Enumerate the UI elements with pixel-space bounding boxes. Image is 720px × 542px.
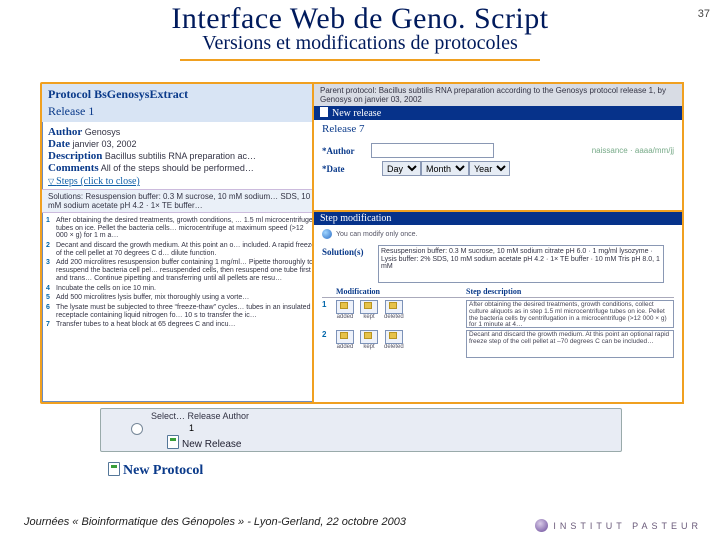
year-select[interactable]: Year [469, 161, 510, 176]
slide-subtitle: Versions et modifications de protocoles [0, 32, 720, 55]
release-number-cell: 1 [189, 423, 194, 433]
pasteur-logo: INSTITUT PASTEUR [535, 519, 702, 532]
author-value: Genosys [85, 127, 121, 137]
new-protocol-icon [108, 462, 120, 476]
step-modification-panel: Step modification You can modify only on… [312, 210, 684, 404]
author-input[interactable] [371, 143, 494, 158]
steps-list: 1After obtaining the desired treatments,… [42, 213, 320, 333]
parent-protocol-text: Parent protocol: Bacillus subtilis RNA p… [314, 84, 682, 106]
date-label: Date [48, 138, 70, 150]
new-release-icon [167, 435, 179, 449]
step-text: Transfer tubes to a heat block at 65 deg… [56, 321, 236, 329]
radio-select[interactable] [131, 423, 143, 435]
row-number: 2 [322, 330, 336, 339]
author-field-label: *Author [322, 146, 371, 156]
step-text: Incubate the cells on ice 10 min. [56, 285, 156, 293]
pasteur-logo-icon [535, 519, 548, 532]
step-text: Add 500 microlitres lysis buffer, mix th… [56, 294, 249, 302]
table-columns: Select… Release Author [151, 411, 249, 421]
added-icon[interactable]: added [336, 300, 354, 320]
month-select[interactable]: Month [421, 161, 469, 176]
solutions-textarea[interactable]: Resuspension buffer: 0.3 M sucrose, 10 m… [378, 245, 664, 283]
protocol-name: Protocol BsGenosysExtract [48, 87, 314, 102]
kept-icon[interactable]: kept [360, 330, 378, 350]
date-value: janvier 03, 2002 [73, 139, 137, 149]
col-step-description: Step description [466, 287, 521, 296]
new-protocol-link[interactable]: New Protocol [108, 462, 203, 479]
comments-value: All of the steps should be performed… [101, 163, 254, 173]
col-modification: Modification [336, 287, 466, 296]
new-release-panel: Parent protocol: Bacillus subtilis RNA p… [312, 82, 684, 212]
deleted-icon[interactable]: deleted [384, 330, 404, 350]
description-value: Bacillus subtilis RNA preparation ac… [105, 151, 256, 161]
step-text: Add 200 microlitres resuspension buffer … [56, 259, 316, 282]
title-underline [180, 59, 540, 61]
step-text: Decant and discard the growth medium. At… [56, 242, 316, 257]
row-number: 1 [322, 300, 336, 309]
added-icon[interactable]: added [336, 330, 354, 350]
steps-toggle-link[interactable]: Steps (click to close) [42, 176, 320, 187]
description-label: Description [48, 150, 102, 162]
protocol-detail-panel: Protocol BsGenosysExtract Release 1 Auth… [40, 82, 322, 404]
step-text: After obtaining the desired treatments, … [56, 217, 316, 240]
modification-table: ModificationStep description 1 added kep… [322, 287, 674, 358]
new-release-link[interactable]: New Release [167, 435, 241, 450]
new-release-strip: New release [314, 106, 682, 120]
day-select[interactable]: Day [382, 161, 421, 176]
protocol-table-row: Select… Release Author 1 New Release [100, 408, 622, 452]
step-description-cell[interactable]: After obtaining the desired treatments, … [466, 300, 674, 328]
author-label: Author [48, 126, 82, 138]
step-text: The lysate must be subjected to three “f… [56, 304, 316, 319]
solutions-header: Solutions: Resuspension buffer: 0.3 M su… [42, 189, 320, 213]
release-7-label: Release 7 [314, 120, 682, 138]
modification-hint: You can modify only once. [314, 225, 682, 243]
step-description-cell[interactable]: Decant and discard the growth medium. At… [466, 330, 674, 358]
protocol-release: Release 1 [48, 104, 314, 119]
deleted-icon[interactable]: deleted [384, 300, 404, 320]
page-number: 37 [698, 8, 710, 20]
kept-icon[interactable]: kept [360, 300, 378, 320]
author-hint: naissance · aaaa/mm/jj [494, 146, 674, 155]
screenshot-area: Select… Release Author 1 New Release New… [40, 82, 680, 452]
comments-label: Comments [48, 162, 99, 174]
solutions-field-label: Solution(s) [322, 245, 378, 283]
slide-title: Interface Web de Geno. Script [0, 2, 720, 36]
date-field-label: *Date [322, 164, 382, 174]
step-modification-strip: Step modification [314, 212, 682, 225]
slide-footer: Journées « Bioinformatique des Génopoles… [24, 516, 406, 528]
